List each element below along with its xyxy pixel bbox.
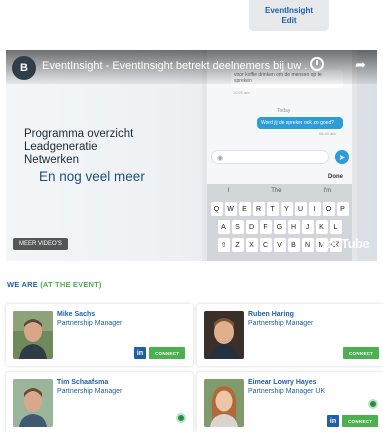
key: Y [280,202,293,216]
key: O [322,202,335,216]
edit-badge[interactable]: EventInsight Edit [249,0,329,31]
video-line-program: Programma overzicht [24,128,134,140]
key: W [224,202,237,216]
avatar [204,311,244,359]
key: T [266,202,279,216]
chat-bubble: Word jij de spreker ook zo goed? [257,117,343,129]
key: J [301,220,314,234]
page: EventInsight Edit Programma overzicht Le… [0,0,383,432]
avatar [13,379,53,427]
key: G [273,220,286,234]
keyboard-row-2: A S D F G H J K L [207,220,352,234]
key: D [245,220,258,234]
key: X [245,238,258,252]
person-name: Tim Schaafsma [57,379,109,386]
key: U [294,202,307,216]
person-name: Eimear Lowry Hayes [248,379,317,386]
key: I [308,202,321,216]
person-title: Partnership Manager [248,320,314,327]
key: N [301,238,314,252]
avatar [204,379,244,427]
person-card: Mike Sachs Partnership Manager in CONNEC… [6,304,193,366]
connect-button[interactable]: CONNECT [343,347,380,359]
linkedin-icon[interactable]: in [134,347,146,359]
key: H [287,220,300,234]
suggestion: I [227,188,230,194]
person-name: Ruben Haring [248,311,294,318]
person-card: Eimear Lowry Hayes Partnership Manager U… [197,372,383,432]
video-player[interactable]: Programma overzicht Leadgeneratie Netwer… [6,50,377,261]
channel-avatar[interactable]: B [12,56,36,80]
linkedin-icon[interactable]: in [327,415,339,427]
person-title: Partnership Manager [57,320,123,327]
heading-prefix: WE ARE [7,280,38,289]
person-title: Partnership Manager [57,388,123,395]
heading-suffix: (AT THE EVENT) [40,280,102,289]
chat-time-1: 10:20 am [233,90,250,95]
watch-later-icon[interactable] [310,57,324,71]
person-name: Mike Sachs [57,311,96,318]
video-line-leads: Leadgeneratie [24,141,98,153]
connect-button[interactable]: CONNECT [342,415,379,427]
message-field: ◉ [211,150,329,164]
more-videos-button[interactable]: MEER VIDEO'S [13,238,68,250]
chat-time-2: 08:40 am [319,131,336,136]
keyboard-row-1: Q W E R T Y U I O P [207,202,352,216]
youtube-logo[interactable]: YouTube [319,236,370,251]
connect-button[interactable]: CONNECT [149,347,186,359]
camera-icon: ◉ [217,155,224,162]
key: V [273,238,286,252]
edit-badge-brand: EventInsight [264,5,313,15]
key: A [217,220,230,234]
suggestion: I'm [323,188,332,194]
key: F [259,220,272,234]
suggestion: The [271,188,282,194]
key: S [231,220,244,234]
send-icon: ➤ [335,150,349,164]
video-line-network: Netwerken [24,154,79,166]
key: R [252,202,265,216]
key: P [336,202,349,216]
person-card: Ruben Haring Partnership Manager CONNECT [197,304,383,366]
key: Q [210,202,223,216]
key: L [329,220,342,234]
key: B [287,238,300,252]
keyboard-done: Done [328,174,343,180]
section-heading: WE ARE (AT THE EVENT) [7,280,102,289]
key: ⇧ [217,238,230,252]
key: C [259,238,272,252]
online-status-icon [368,399,378,409]
video-line-more: En nog veel meer [39,169,145,184]
online-status-icon [176,413,186,423]
keyboard-suggestions: I The I'm [207,184,352,198]
chat-day-label: Today [277,108,291,114]
person-title: Partnership Manager UK [248,388,326,395]
key: Z [231,238,244,252]
key: E [238,202,251,216]
avatar [13,311,53,359]
edit-badge-edit[interactable]: Edit [281,16,296,26]
video-feature-list: Programma overzicht Leadgeneratie Netwer… [24,128,184,185]
person-card: Tim Schaafsma Partnership Manager [6,372,193,432]
share-icon[interactable]: ➦ [355,57,366,73]
key: K [315,220,328,234]
video-title[interactable]: EventInsight - EventInsight betrekt deel… [42,60,307,72]
